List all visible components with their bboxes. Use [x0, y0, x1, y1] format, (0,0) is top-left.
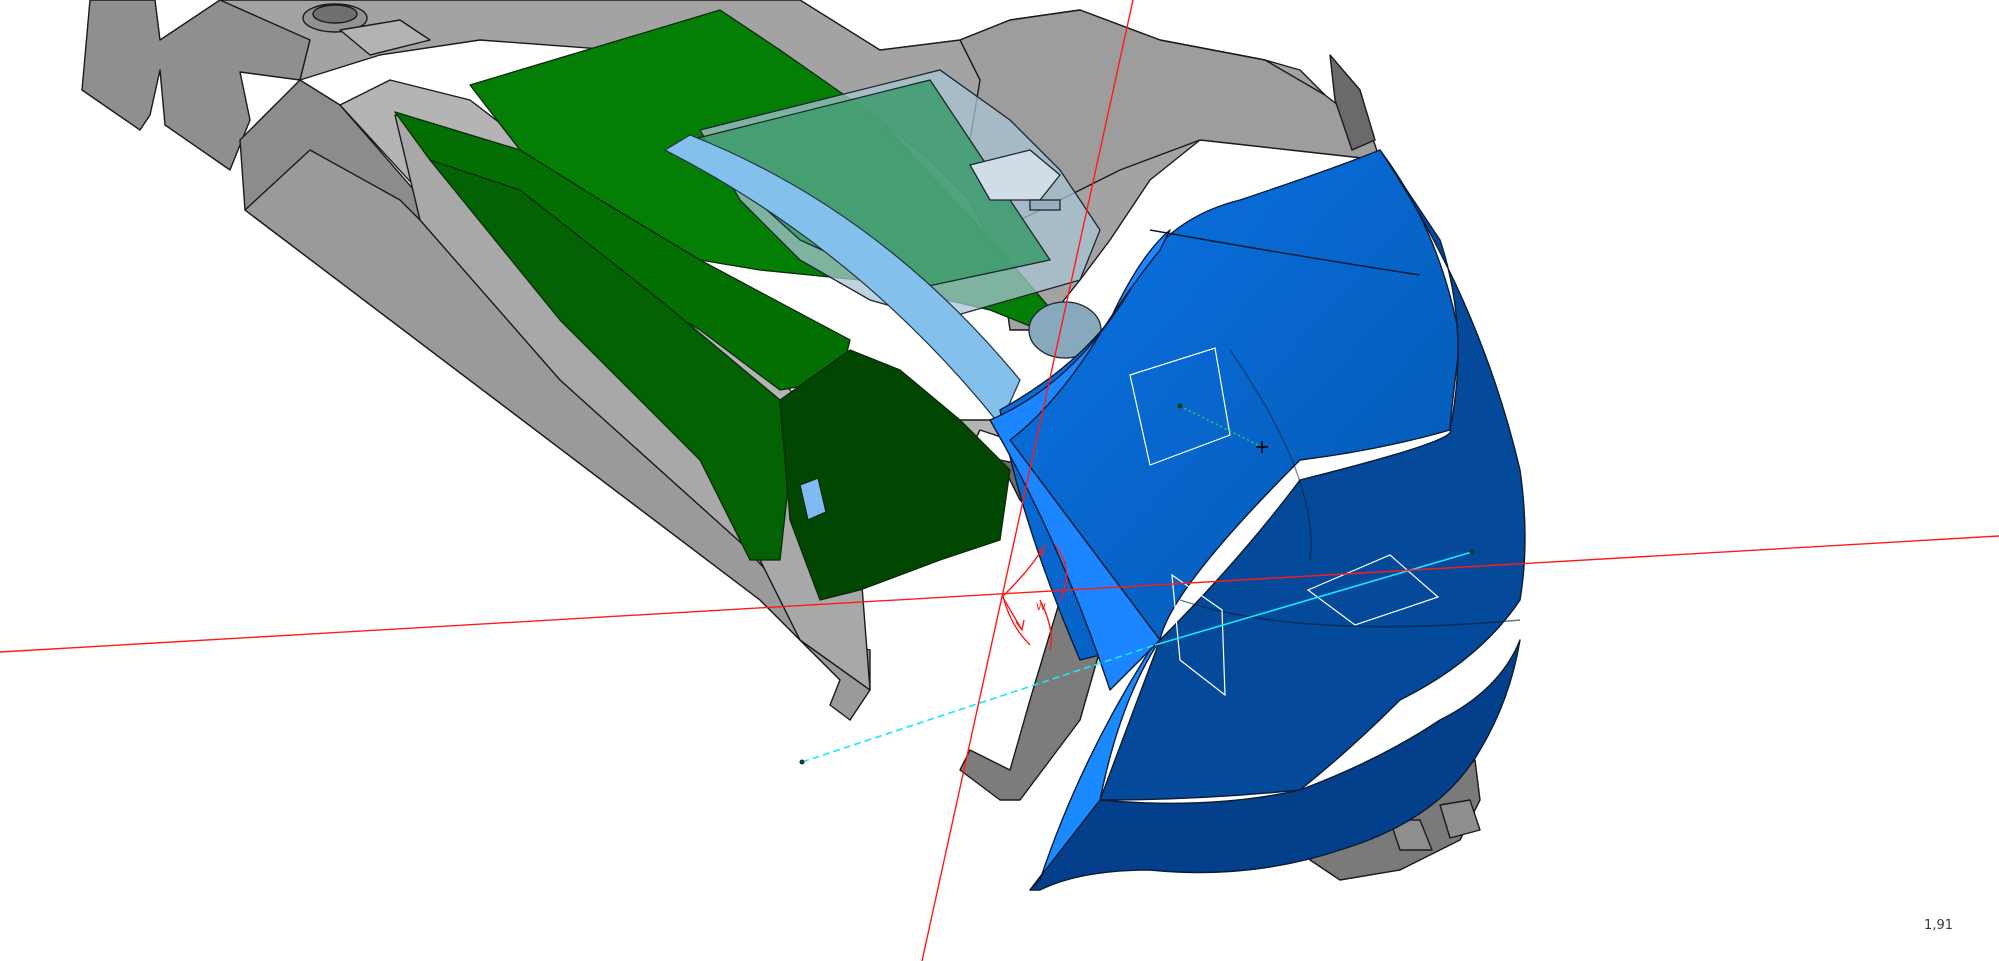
projection-point-right[interactable] — [1469, 549, 1475, 555]
scene-canvas[interactable]: V W — [0, 0, 1999, 961]
axis-triad-label-v: V — [1038, 548, 1045, 559]
3d-viewport[interactable]: V W 1,91 — [0, 0, 1999, 961]
gray-boss-left-hole — [312, 4, 358, 24]
cover-small-slot — [1029, 199, 1061, 211]
distance-point-start[interactable] — [1177, 403, 1183, 409]
zoom-readout: 1,91 — [1924, 918, 1953, 933]
axis-triad-origin-arrow — [1001, 595, 1025, 632]
axis-horizontal[interactable] — [0, 535, 1999, 653]
projection-point-left[interactable] — [799, 759, 805, 765]
axis-triad-label-w: W — [1036, 602, 1046, 613]
